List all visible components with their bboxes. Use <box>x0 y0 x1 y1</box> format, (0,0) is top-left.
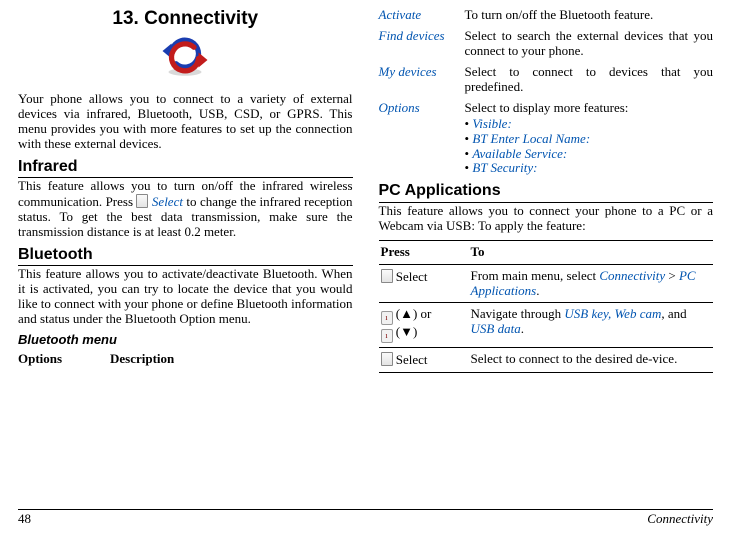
bt-option-my-devices: My devices Select to connect to devices … <box>379 65 714 95</box>
infrared-text: This feature allows you to turn on/off t… <box>18 179 353 240</box>
bt-security-link: BT Security: <box>472 160 537 175</box>
bt-option-activate: Activate To turn on/off the Bluetooth fe… <box>379 8 714 23</box>
text: > <box>665 268 679 283</box>
intro-text: Your phone allows you to connect to a va… <box>18 92 353 152</box>
available-service-link: Available Service: <box>472 146 567 161</box>
softkey-icon <box>136 194 148 208</box>
pc-applications-intro: This feature allows you to connect your … <box>379 204 714 234</box>
option-desc: To turn on/off the Bluetooth feature. <box>465 8 714 23</box>
text: Navigate through <box>471 306 565 321</box>
option-label: Activate <box>379 8 465 23</box>
nav-key-icon: ı <box>381 311 393 325</box>
visible-link: Visible: <box>472 116 511 131</box>
key-label: Select <box>396 352 428 367</box>
key-up: (▲) <box>396 306 418 321</box>
text: . <box>521 321 524 336</box>
connectivity-link: Connectivity <box>599 268 665 283</box>
infrared-heading: Infrared <box>18 158 353 178</box>
bluetooth-menu-heading: Bluetooth menu <box>18 333 353 348</box>
table-row: Select From main menu, select Connectivi… <box>379 264 714 303</box>
table-header-row: Press To <box>379 240 714 264</box>
softkey-icon <box>381 269 393 283</box>
footer-title: Connectivity <box>647 512 713 527</box>
bluetooth-text: This feature allows you to activate/deac… <box>18 267 353 327</box>
text: , and <box>661 306 686 321</box>
bt-option-options: Options Select to display more features:… <box>379 101 714 177</box>
usb-data-link: USB data <box>471 321 521 336</box>
select-link: Select <box>152 194 183 209</box>
text: Select to connect to the desired de-vice… <box>469 348 714 373</box>
bluetooth-heading: Bluetooth <box>18 246 353 266</box>
softkey-icon <box>381 352 393 366</box>
left-column: 13. Connectivity Your phone allows you t… <box>18 8 353 373</box>
chapter-title: 13. Connectivity <box>18 8 353 30</box>
options-sublist: Visible: BT Enter Local Name: Available … <box>465 117 714 177</box>
col-to: To <box>469 240 714 264</box>
text: or <box>417 306 431 321</box>
option-label: Find devices <box>379 29 465 44</box>
col-press: Press <box>379 240 469 264</box>
right-column: Activate To turn on/off the Bluetooth fe… <box>379 8 714 373</box>
key-down: (▼) <box>396 324 418 339</box>
bluetooth-options-header: Options Description <box>18 352 353 367</box>
col-options: Options <box>18 352 110 367</box>
text: From main menu, select <box>471 268 600 283</box>
page-number: 48 <box>18 512 31 527</box>
nav-key-icon: ı <box>381 329 393 343</box>
connectivity-refresh-icon <box>18 36 353 82</box>
option-desc: Select to connect to devices that you pr… <box>465 65 714 95</box>
option-desc: Select to search the external devices th… <box>465 29 714 59</box>
option-label: Options <box>379 101 465 116</box>
text: Select to display more features: <box>465 100 629 115</box>
table-row: Select Select to connect to the desired … <box>379 348 714 373</box>
option-label: My devices <box>379 65 465 80</box>
usb-key-webcam-link: USB key, Web cam <box>564 306 661 321</box>
option-desc: Select to display more features: Visible… <box>465 101 714 177</box>
pc-applications-heading: PC Applications <box>379 182 714 202</box>
pc-applications-table: Press To Select From main menu, select C… <box>379 240 714 374</box>
col-description: Description <box>110 352 174 367</box>
text: . <box>536 283 539 298</box>
bt-local-name-link: BT Enter Local Name: <box>472 131 590 146</box>
key-label: Select <box>396 269 428 284</box>
page-footer: 48 Connectivity <box>18 509 713 527</box>
table-row: ı (▲) or ı (▼) Navigate through USB key,… <box>379 303 714 348</box>
bt-option-find-devices: Find devices Select to search the extern… <box>379 29 714 59</box>
